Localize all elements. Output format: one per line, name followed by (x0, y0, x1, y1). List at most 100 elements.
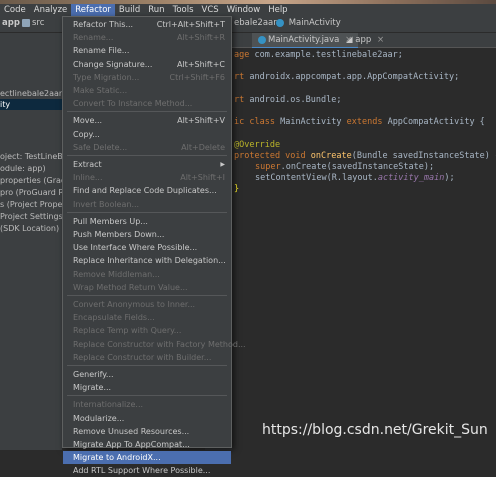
menu-help[interactable]: Help (264, 4, 291, 16)
gradle-icon: ◢ (346, 35, 353, 45)
breadcrumb-class[interactable]: MainActivity (276, 18, 341, 28)
menu-item-rename-file[interactable]: Rename File... (63, 44, 231, 57)
menu-run[interactable]: Run (144, 4, 168, 16)
menu-item-label: Migrate App To AppCompat... (73, 440, 190, 449)
tab-app[interactable]: ◢ app × (340, 33, 390, 47)
code-line: super.onCreate(savedInstanceState); (255, 162, 434, 172)
breadcrumb-class-label: MainActivity (288, 18, 341, 28)
breadcrumb-app[interactable]: app (2, 18, 20, 28)
project-panel: ectlinebale2aar ity oject: TestLineBal o… (0, 33, 62, 450)
menu-vcs[interactable]: VCS (198, 4, 223, 16)
menu-item-replace-inheritance-with-delegation[interactable]: Replace Inheritance with Delegation... (63, 254, 231, 267)
menu-item-shortcut: Ctrl+Shift+F6 (169, 72, 225, 82)
code-token: class (249, 117, 275, 127)
menu-item-type-migration: Type Migration... Ctrl+Shift+F6 (63, 71, 231, 84)
code-line: protected void onCreate(Bundle savedInst… (234, 151, 496, 161)
menu-item-label: Safe Delete... (73, 142, 128, 152)
menu-item-safe-delete: Safe Delete... Alt+Delete (63, 141, 231, 154)
menu-item-label: Generify... (73, 370, 114, 379)
menu-item-generify[interactable]: Generify... (63, 368, 231, 381)
code-line: @Override (234, 140, 280, 150)
tab-label: MainActivity.java (268, 35, 340, 45)
menu-item-label: Modularize... (73, 413, 125, 423)
menu-item-label: Convert To Instance Method... (73, 99, 193, 109)
menu-item-migrate[interactable]: Migrate... (63, 381, 231, 394)
code-token: setContentView(R.layout. (255, 173, 378, 183)
tree-item[interactable]: odule: app) (0, 163, 46, 174)
refactor-menu: Refactor This... Ctrl+Alt+Shift+T Rename..… (62, 16, 246, 475)
menu-tools[interactable]: Tools (169, 4, 198, 16)
menu-analyze[interactable]: Analyze (30, 4, 72, 16)
code-line: rt androidx.appcompat.app.AppCompatActiv… (234, 72, 459, 82)
menu-item-find-and-replace-code-duplicates[interactable]: Find and Replace Code Duplicates... (63, 184, 231, 197)
menu-item-remove-middleman: Remove Middleman... (63, 268, 231, 281)
breadcrumb-file[interactable]: ebale2aar (234, 18, 277, 28)
code-line: rt android.os.Bundle; (234, 95, 341, 105)
menu-item-label: Remove Unused Resources... (73, 426, 190, 436)
menu-item-migrate-to-androidx[interactable]: Migrate to AndroidX... (63, 451, 231, 465)
menu-item-copy[interactable]: Copy... (63, 128, 231, 141)
menu-item-label: Convert Anonymous to Inner... (73, 300, 196, 309)
tree-item[interactable]: Project Settings) (0, 211, 62, 222)
code-editor[interactable] (232, 48, 496, 450)
tree-item[interactable]: oject: TestLineBal (0, 151, 62, 162)
tree-item[interactable]: s (Project Proper (0, 199, 62, 210)
menu-separator (67, 395, 227, 397)
menu-item-move[interactable]: Move... Alt+Shift+V (63, 114, 231, 127)
menu-item-modularize[interactable]: Modularize... (63, 412, 231, 425)
menu-item-label: Change Signature... (73, 59, 153, 69)
menu-item-push-members-down[interactable]: Push Members Down... (63, 228, 231, 241)
menu-separator (67, 295, 227, 296)
menu-build[interactable]: Build (115, 4, 144, 16)
menu-item-label: Rename... (73, 33, 114, 43)
menu-item-replace-constructor-with-builder: Replace Constructor with Builder... (63, 351, 231, 364)
menu-item-add-rtl-support-where-possible[interactable]: Add RTL Support Where Possible... (63, 464, 231, 477)
class-icon (258, 35, 266, 44)
menu-item-label: Wrap Method Return Value... (73, 282, 188, 292)
tree-item-selected[interactable]: ity (0, 99, 62, 110)
menu-separator (67, 211, 227, 213)
close-icon[interactable]: × (377, 35, 384, 45)
code-token: .onCreate(savedInstanceState); (280, 162, 435, 172)
code-line: } (234, 184, 240, 194)
breadcrumb-src-label: src (32, 18, 45, 28)
menu-item-label: Replace Temp with Query... (73, 326, 182, 336)
menu-refactor[interactable]: Refactor (71, 4, 115, 16)
menu-item-label: Rename File... (73, 46, 130, 56)
menu-separator (67, 155, 227, 156)
tree-item[interactable]: pro (ProGuard R (0, 187, 62, 198)
menu-item-shortcut: Alt+Delete (181, 142, 225, 152)
menu-window[interactable]: Window (223, 4, 265, 16)
menu-item-refactor-this[interactable]: Refactor This... Ctrl+Alt+Shift+T (63, 18, 231, 31)
menu-item-remove-unused-resources[interactable]: Remove Unused Resources... (63, 425, 231, 438)
menu-item-label: Refactor This... (73, 20, 134, 29)
menu-item-label: Replace Constructor with Factory Method.… (73, 339, 246, 349)
tree-item[interactable]: ectlinebale2aar (0, 88, 62, 99)
code-token: super (255, 162, 281, 172)
code-token: onCreate (310, 151, 352, 161)
menu-item-invert-boolean: Invert Boolean... (63, 198, 231, 211)
code-line: ic class MainActivity extends AppCompatA… (234, 117, 485, 127)
menu-item-migrate-app-to-appcompat[interactable]: Migrate App To AppCompat... (63, 438, 231, 451)
menu-code[interactable]: Code (0, 4, 30, 16)
menu-item-replace-temp-with-query: Replace Temp with Query... (63, 324, 231, 337)
code-token: @Override (234, 140, 281, 150)
tree-item[interactable]: (SDK Location) (0, 223, 59, 234)
menu-item-shortcut: Alt+Shift+V (177, 116, 225, 126)
menu-item-label: Pull Members Up... (73, 216, 148, 226)
breadcrumb-src[interactable]: src (22, 18, 44, 28)
menu-item-use-interface-where-possible[interactable]: Use Interface Where Possible... (63, 241, 231, 254)
menu-item-label: Type Migration... (73, 72, 140, 82)
menu-item-change-signature[interactable]: Change Signature... Alt+Shift+C (63, 58, 231, 71)
code-token: MainActivity (274, 117, 347, 127)
code-token: ic (234, 117, 245, 127)
menu-item-convert-anonymous-to-inner: Convert Anonymous to Inner... (63, 298, 231, 311)
submenu-arrow-icon: ▶ (220, 161, 225, 168)
code-token: androidx.appcompat.app.AppCompatActivity… (244, 72, 460, 82)
menu-item-pull-members-up[interactable]: Pull Members Up... (63, 215, 231, 228)
code-token: activity_main (377, 173, 445, 183)
menu-item-extract[interactable]: Extract ▶ (63, 158, 231, 171)
menu-item-label: Encapsulate Fields... (73, 313, 155, 323)
tree-item[interactable]: properties (Grad (0, 175, 62, 186)
code-token: rt (234, 95, 245, 105)
